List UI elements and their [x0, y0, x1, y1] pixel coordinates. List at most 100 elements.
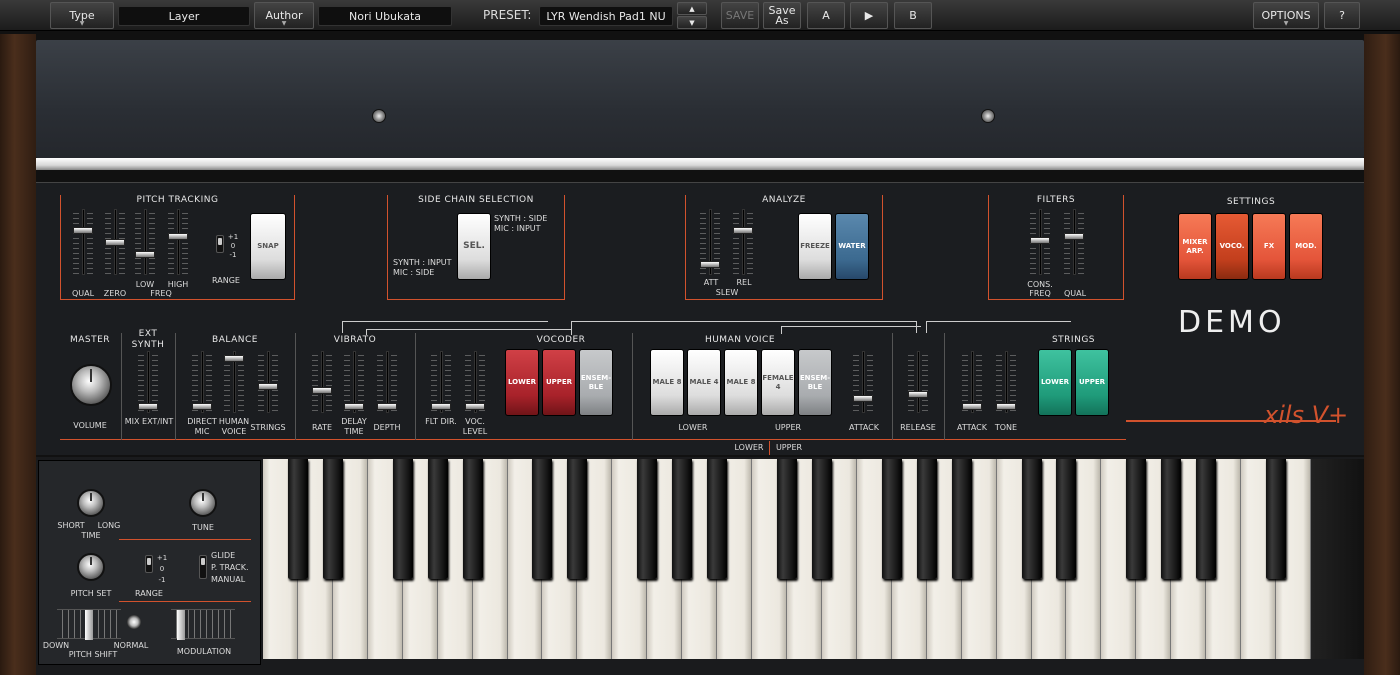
black-key[interactable] — [1126, 459, 1147, 579]
split-marker — [769, 441, 770, 455]
help-button[interactable]: ? — [1324, 2, 1360, 29]
mix-ext-int-slider[interactable] — [138, 351, 158, 413]
b-button[interactable]: B — [894, 2, 932, 29]
flt-dir-slider[interactable] — [431, 351, 451, 413]
pitch-set-knob[interactable] — [77, 553, 105, 581]
black-key[interactable] — [1056, 459, 1077, 579]
black-key[interactable] — [567, 459, 588, 579]
xils-logo: xils V+ — [1264, 401, 1349, 429]
layer-field[interactable]: Layer — [118, 6, 250, 26]
black-key[interactable] — [392, 459, 413, 579]
female4-button[interactable]: FEMALE 4 — [761, 349, 795, 416]
fx-button[interactable]: FX — [1252, 213, 1286, 280]
a-label: A — [822, 9, 830, 22]
vocoder-lower-button[interactable]: LOWER — [505, 349, 539, 416]
save-button[interactable]: SAVE — [721, 2, 759, 29]
strings-upper-button[interactable]: UPPER — [1075, 349, 1109, 416]
delay-time-slider[interactable] — [344, 351, 364, 413]
author-menu-button[interactable]: Author ▼ — [254, 2, 314, 29]
glide-mode-switch[interactable] — [199, 555, 207, 579]
black-key[interactable] — [287, 459, 308, 579]
strings-lower-button[interactable]: LOWER — [1038, 349, 1072, 416]
pitch-shift-handle[interactable] — [85, 610, 93, 640]
modulation-handle[interactable] — [177, 610, 185, 640]
tune-knob[interactable] — [189, 489, 217, 517]
freeze-button[interactable]: FREEZE — [798, 213, 832, 280]
zero-slider[interactable] — [105, 209, 125, 275]
human-voice-title: HUMAN VOICE — [704, 335, 776, 345]
black-key[interactable] — [881, 459, 902, 579]
direct-mic-slider[interactable] — [192, 351, 212, 413]
black-key[interactable] — [777, 459, 797, 579]
voc-level-slider[interactable] — [465, 351, 485, 413]
pitch-shift-label: PITCH SHIFT — [68, 650, 118, 659]
a-button[interactable]: A — [807, 2, 845, 29]
qual-slider[interactable] — [73, 209, 93, 275]
black-key[interactable] — [951, 459, 972, 579]
strings-tone-slider[interactable] — [996, 351, 1016, 413]
slew-label: SLEW — [715, 288, 739, 297]
cons-freq-slider[interactable] — [1030, 209, 1050, 275]
play-button[interactable]: ▶ — [850, 2, 888, 29]
preset-name-field[interactable]: LYR Wendish Pad1 NU — [539, 6, 673, 26]
filter-qual-slider[interactable] — [1064, 209, 1084, 275]
pitch-range-switch[interactable] — [145, 555, 153, 573]
black-key[interactable] — [1266, 459, 1287, 579]
water-button[interactable]: WATER — [835, 213, 869, 280]
voco-button[interactable]: VOCO. — [1215, 213, 1249, 280]
high-freq-slider[interactable] — [168, 209, 188, 275]
male8-upper-button[interactable]: MALE 8 — [724, 349, 758, 416]
mod-button[interactable]: MOD. — [1289, 213, 1323, 280]
black-key[interactable] — [1196, 459, 1217, 579]
keyboard[interactable] — [263, 459, 1311, 659]
black-key[interactable] — [672, 459, 693, 579]
black-key[interactable] — [462, 459, 483, 579]
rate-slider[interactable] — [312, 351, 332, 413]
black-key[interactable] — [322, 459, 343, 579]
male4-button[interactable]: MALE 4 — [687, 349, 721, 416]
rel-label: REL — [736, 278, 752, 287]
black-key[interactable] — [707, 459, 728, 579]
rel-slider[interactable] — [733, 209, 753, 275]
snap-button[interactable]: SNAP — [250, 213, 286, 280]
type-menu-button[interactable]: Type ▼ — [50, 2, 114, 29]
black-key[interactable] — [1161, 459, 1182, 579]
voc-level-label: VOC. LEVEL — [462, 417, 488, 436]
human-voice-slider[interactable] — [224, 351, 244, 413]
mixer-arp-button[interactable]: MIXER ARP. — [1178, 213, 1212, 280]
black-key[interactable] — [637, 459, 658, 579]
black-key[interactable] — [811, 459, 832, 579]
strings-upper-label: UPPER — [1078, 378, 1106, 386]
strings-balance-slider[interactable] — [258, 351, 278, 413]
options-button[interactable]: OPTIONS ▼ — [1253, 2, 1319, 29]
human-ensemble-button[interactable]: ENSEM-BLE — [798, 349, 832, 416]
time-knob[interactable] — [77, 489, 105, 517]
att-slider[interactable] — [700, 209, 720, 275]
save-as-button[interactable]: Save As — [763, 2, 801, 29]
preset-up-button[interactable]: ▲ — [677, 2, 707, 15]
preset-down-button[interactable]: ▼ — [677, 16, 707, 29]
vocoder-upper-button[interactable]: UPPER — [542, 349, 576, 416]
volume-knob[interactable] — [70, 364, 112, 406]
black-key[interactable] — [1021, 459, 1042, 579]
delay-time-label: DELAY TIME — [341, 417, 367, 436]
vocoder-ensemble-button[interactable]: ENSEM-BLE — [579, 349, 613, 416]
black-key[interactable] — [532, 459, 553, 579]
male8-lower-button[interactable]: MALE 8 — [650, 349, 684, 416]
tune-label: TUNE — [192, 523, 214, 532]
strings-attack-slider[interactable] — [962, 351, 982, 413]
long-label: LONG — [97, 521, 121, 530]
strings-lower-label: LOWER — [1040, 378, 1070, 386]
hv-attack-slider[interactable] — [853, 351, 873, 413]
pitch-shift-wheel[interactable] — [57, 609, 121, 640]
black-key[interactable] — [916, 459, 937, 579]
release-slider[interactable] — [908, 351, 928, 413]
range-switch[interactable] — [216, 235, 224, 253]
author-name-field[interactable]: Nori Ubukata — [318, 6, 452, 26]
range-minus1: -1 — [229, 251, 237, 259]
hv-attack-label: ATTACK — [848, 423, 880, 432]
black-key[interactable] — [427, 459, 448, 579]
low-freq-slider[interactable] — [135, 209, 155, 275]
modulation-wheel[interactable] — [171, 609, 235, 640]
depth-slider[interactable] — [377, 351, 397, 413]
